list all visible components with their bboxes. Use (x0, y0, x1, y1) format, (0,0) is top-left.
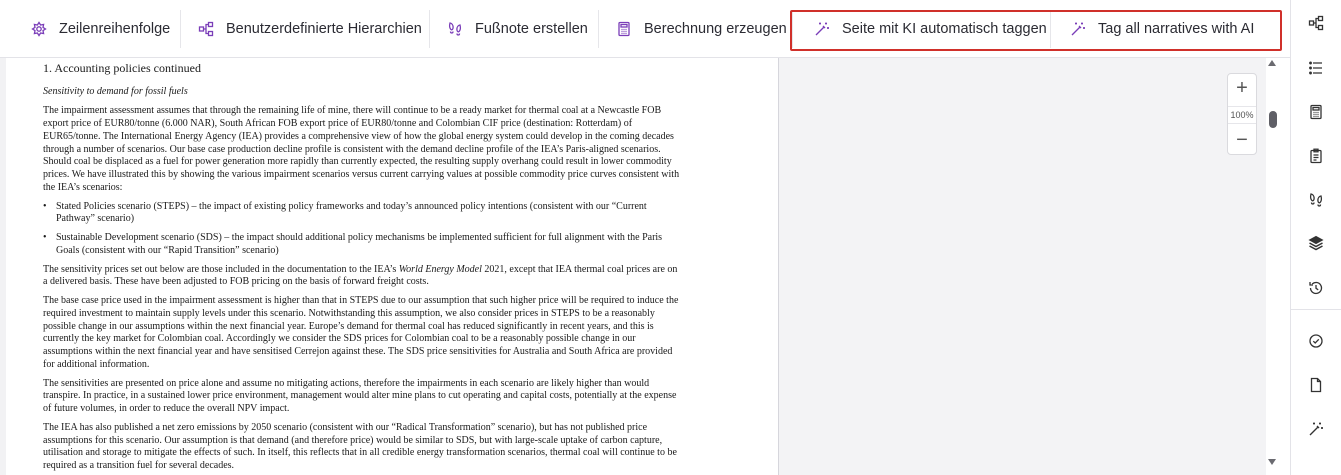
custom-hierarchies-button[interactable]: Benutzerdefinierte Hierarchien (198, 10, 422, 48)
paragraph: The impairment assessment assumes that t… (43, 105, 680, 193)
custom-hierarchies-label: Benutzerdefinierte Hierarchien (226, 21, 422, 37)
footnote-icon[interactable] (1308, 192, 1324, 208)
footnote-icon (447, 21, 463, 37)
zoom-in-button[interactable]: + (1228, 76, 1256, 100)
document-icon[interactable] (1308, 377, 1324, 393)
generate-calculation-button[interactable]: Berechnung erzeugen (616, 10, 787, 48)
create-footnote-button[interactable]: Fußnote erstellen (447, 10, 588, 48)
toolbar: Zeilenreihenfolge Benutzerdefinierte Hie… (0, 0, 1290, 58)
create-footnote-label: Fußnote erstellen (475, 21, 588, 37)
sort-rows-button[interactable]: Zeilenreihenfolge (31, 10, 170, 48)
paragraph: The IEA has also published a net zero em… (43, 422, 677, 472)
history-icon[interactable] (1308, 280, 1324, 296)
generate-calculation-label: Berechnung erzeugen (644, 21, 787, 37)
check-circle-icon[interactable] (1308, 333, 1324, 349)
toolbar-divider (598, 10, 599, 48)
hierarchy-icon (198, 21, 214, 37)
paragraph: The sensitivity prices set out below are… (43, 264, 683, 289)
paragraph: The base case price used in the impairme… (43, 295, 679, 370)
right-gap (1278, 58, 1290, 475)
paragraph-text: The sensitivity prices set out below are… (43, 263, 399, 275)
paragraph-emphasis: World Energy Model (398, 263, 482, 275)
document-content: 1. Accounting policies continued Sensiti… (43, 62, 683, 475)
scroll-down-icon[interactable] (1268, 459, 1276, 465)
magic-wand-icon[interactable] (1308, 421, 1324, 437)
list-icon[interactable] (1308, 60, 1324, 76)
clipboard-icon[interactable] (1308, 148, 1324, 164)
zoom-level: 100% (1228, 106, 1256, 124)
bullet-item: Sustainable Development scenario (SDS) –… (43, 232, 683, 257)
paragraph: The sensitivities are presented on price… (43, 377, 677, 415)
calculator-icon[interactable] (1308, 104, 1324, 120)
scroll-up-icon[interactable] (1268, 60, 1276, 66)
sidebar-divider (1291, 309, 1341, 310)
toolbar-divider (180, 10, 181, 48)
layers-icon[interactable] (1308, 235, 1324, 251)
sort-rows-icon (31, 21, 47, 37)
section-heading: 1. Accounting policies continued (43, 61, 201, 75)
zoom-out-button[interactable]: − (1228, 128, 1256, 152)
scrollbar-thumb[interactable] (1269, 111, 1277, 128)
zoom-control: + 100% − (1227, 73, 1257, 155)
document-page: 1. Accounting policies continued Sensiti… (6, 58, 779, 475)
section-subheading: Sensitivity to demand for fossil fuels (43, 85, 188, 97)
hierarchy-icon[interactable] (1308, 15, 1324, 31)
highlight-box (790, 10, 1282, 51)
toolbar-divider (429, 10, 430, 48)
right-sidebar (1290, 0, 1341, 475)
canvas-background (779, 58, 1266, 475)
bullet-item: Stated Policies scenario (STEPS) – the i… (43, 201, 683, 226)
calculator-icon (616, 21, 632, 37)
sort-rows-label: Zeilenreihenfolge (59, 21, 171, 37)
